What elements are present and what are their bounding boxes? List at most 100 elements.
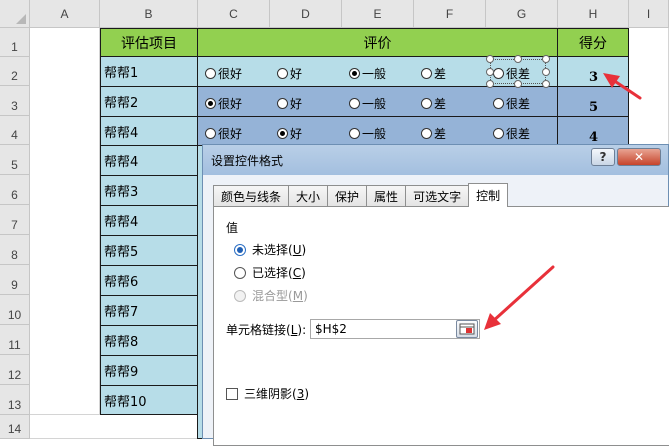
dialog-title: 设置控件格式 bbox=[211, 154, 284, 168]
radio-button-icon[interactable] bbox=[277, 98, 288, 109]
name-cell[interactable]: 帮帮4 bbox=[100, 205, 198, 236]
select-all-corner[interactable] bbox=[0, 0, 30, 28]
radio-button-icon[interactable] bbox=[205, 98, 216, 109]
rating-option[interactable]: 很好 bbox=[205, 65, 242, 82]
name-cell[interactable]: 帮帮5 bbox=[100, 235, 198, 266]
resize-handle[interactable] bbox=[542, 68, 550, 76]
name-cell[interactable]: 帮帮4 bbox=[100, 116, 198, 146]
header-item-cell[interactable]: 评估项目 bbox=[100, 28, 198, 57]
name-cell[interactable]: 帮帮7 bbox=[100, 295, 198, 326]
rating-option[interactable]: 一般 bbox=[349, 65, 386, 82]
tab-control[interactable]: 控制 bbox=[468, 183, 509, 207]
rating-option[interactable]: 很好 bbox=[205, 125, 242, 142]
radio-button-icon[interactable] bbox=[349, 68, 360, 79]
tab-alt-text[interactable]: 可选文字 bbox=[405, 185, 470, 207]
rating-option-label: 一般 bbox=[362, 127, 387, 141]
option-label: 已选择 bbox=[252, 266, 289, 280]
checkbox-icon[interactable] bbox=[226, 387, 238, 400]
column-header-c[interactable]: C bbox=[198, 0, 270, 28]
rating-option[interactable]: 差 bbox=[421, 65, 446, 82]
resize-handle[interactable] bbox=[542, 80, 550, 88]
rating-option-label: 好 bbox=[290, 67, 303, 81]
name-cell[interactable]: 帮帮2 bbox=[100, 86, 198, 117]
name-cell[interactable]: 帮帮10 bbox=[100, 385, 198, 415]
row-header-9[interactable]: 9 bbox=[0, 265, 30, 295]
radio-button-icon[interactable] bbox=[277, 68, 288, 79]
header-rating-cell[interactable]: 评价 bbox=[197, 28, 558, 57]
column-header-a[interactable]: A bbox=[30, 0, 100, 28]
option-unchecked[interactable]: 未选择(U) bbox=[234, 241, 306, 258]
score-value: 5 bbox=[589, 100, 599, 115]
3d-shading-option[interactable]: 三维阴影(3) bbox=[226, 385, 309, 402]
name-cell[interactable]: 帮帮8 bbox=[100, 325, 198, 356]
cell-link-input[interactable]: $H$2 bbox=[310, 319, 480, 339]
dialog-titlebar[interactable]: 设置控件格式 ? ✕ bbox=[203, 145, 668, 175]
resize-handle[interactable] bbox=[486, 55, 494, 63]
column-header-g[interactable]: G bbox=[486, 0, 558, 28]
tab-protection[interactable]: 保护 bbox=[327, 185, 368, 207]
radio-button-icon[interactable] bbox=[234, 266, 246, 279]
radio-button-icon[interactable] bbox=[493, 128, 504, 139]
radio-button-icon[interactable] bbox=[277, 128, 288, 139]
row-header-14[interactable]: 14 bbox=[0, 415, 30, 439]
rating-option-label: 差 bbox=[434, 127, 447, 141]
name-cell[interactable]: 帮帮3 bbox=[100, 175, 198, 206]
name-cell[interactable]: 帮帮1 bbox=[100, 56, 198, 87]
header-score-cell[interactable]: 得分 bbox=[557, 28, 629, 57]
rating-option[interactable]: 好 bbox=[277, 125, 302, 142]
radio-button-icon[interactable] bbox=[421, 98, 432, 109]
resize-handle[interactable] bbox=[486, 80, 494, 88]
row-header-12[interactable]: 12 bbox=[0, 355, 30, 385]
row-header-11[interactable]: 11 bbox=[0, 325, 30, 355]
tab-colors-lines[interactable]: 颜色与线条 bbox=[213, 185, 290, 207]
radio-button-icon[interactable] bbox=[493, 98, 504, 109]
column-header-d[interactable]: D bbox=[270, 0, 342, 28]
name-cell[interactable]: 帮帮9 bbox=[100, 355, 198, 386]
radio-button-icon[interactable] bbox=[205, 68, 216, 79]
column-header-b[interactable]: B bbox=[100, 0, 198, 28]
rating-option[interactable]: 差 bbox=[421, 125, 446, 142]
rating-option[interactable]: 很好 bbox=[205, 95, 242, 112]
rating-option[interactable]: 很差 bbox=[493, 125, 530, 142]
name-cell[interactable]: 帮帮4 bbox=[100, 145, 198, 176]
option-checked[interactable]: 已选择(C) bbox=[234, 264, 306, 281]
row-header-4[interactable]: 4 bbox=[0, 116, 30, 145]
help-button[interactable]: ? bbox=[591, 148, 615, 166]
radio-button-icon[interactable] bbox=[349, 128, 360, 139]
row-header-6[interactable]: 6 bbox=[0, 175, 30, 205]
row-header-13[interactable]: 13 bbox=[0, 385, 30, 415]
row-header-2[interactable]: 2 bbox=[0, 57, 30, 86]
radio-button-icon[interactable] bbox=[205, 128, 216, 139]
rating-option-label: 很差 bbox=[506, 97, 531, 111]
rating-option[interactable]: 差 bbox=[421, 95, 446, 112]
column-header-h[interactable]: H bbox=[558, 0, 629, 28]
tab-size[interactable]: 大小 bbox=[288, 185, 329, 207]
column-header-f[interactable]: F bbox=[414, 0, 486, 28]
row-header-3[interactable]: 3 bbox=[0, 86, 30, 116]
name-cell[interactable]: 帮帮6 bbox=[100, 265, 198, 296]
tab-properties[interactable]: 属性 bbox=[366, 185, 407, 207]
resize-handle[interactable] bbox=[486, 68, 494, 76]
rating-option[interactable]: 好 bbox=[277, 65, 302, 82]
rating-option[interactable]: 一般 bbox=[349, 95, 386, 112]
radio-button-icon[interactable] bbox=[234, 243, 246, 256]
row-header-10[interactable]: 10 bbox=[0, 295, 30, 325]
resize-handle[interactable] bbox=[542, 55, 550, 63]
row-header-1[interactable]: 1 bbox=[0, 28, 30, 57]
column-header-i[interactable]: I bbox=[629, 0, 669, 28]
radio-button-icon[interactable] bbox=[349, 98, 360, 109]
row-header-8[interactable]: 8 bbox=[0, 235, 30, 265]
row-header-5[interactable]: 5 bbox=[0, 145, 30, 175]
resize-handle[interactable] bbox=[514, 80, 522, 88]
column-header-e[interactable]: E bbox=[342, 0, 414, 28]
column-a-cells[interactable] bbox=[30, 28, 100, 415]
resize-handle[interactable] bbox=[514, 55, 522, 63]
rating-option[interactable]: 好 bbox=[277, 95, 302, 112]
radio-button-icon[interactable] bbox=[421, 68, 432, 79]
radio-button-icon[interactable] bbox=[421, 128, 432, 139]
close-button[interactable]: ✕ bbox=[617, 148, 661, 166]
rating-option[interactable]: 一般 bbox=[349, 125, 386, 142]
row-header-7[interactable]: 7 bbox=[0, 205, 30, 235]
range-select-button[interactable] bbox=[456, 320, 478, 338]
rating-option[interactable]: 很差 bbox=[493, 95, 530, 112]
